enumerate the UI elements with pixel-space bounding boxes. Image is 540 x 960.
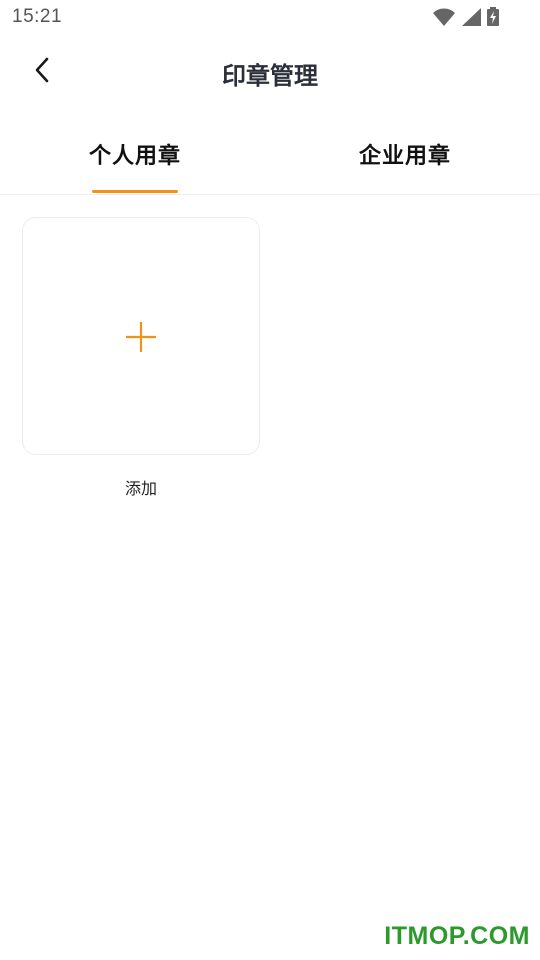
- watermark: ITMOP.COM: [384, 922, 530, 950]
- add-seal-card[interactable]: [22, 217, 260, 455]
- tab-label: 个人用章: [88, 144, 181, 169]
- status-bar: 15:21: [0, 0, 540, 34]
- add-seal-label: 添加: [124, 479, 157, 498]
- tab-label: 企业用章: [358, 144, 451, 169]
- tab-enterprise-seal[interactable]: 企业用章: [270, 130, 540, 194]
- tab-bar: 个人用章 企业用章: [0, 130, 540, 195]
- status-icons: [432, 7, 500, 27]
- active-tab-indicator: [92, 190, 178, 193]
- wifi-icon: [432, 7, 456, 27]
- nav-bar: 印章管理: [0, 46, 540, 102]
- plus-icon: [126, 322, 156, 352]
- page-title: 印章管理: [222, 62, 318, 90]
- tab-personal-seal[interactable]: 个人用章: [0, 130, 270, 194]
- signal-icon: [460, 7, 482, 27]
- status-time: 15:21: [12, 6, 63, 27]
- battery-charging-icon: [486, 7, 500, 27]
